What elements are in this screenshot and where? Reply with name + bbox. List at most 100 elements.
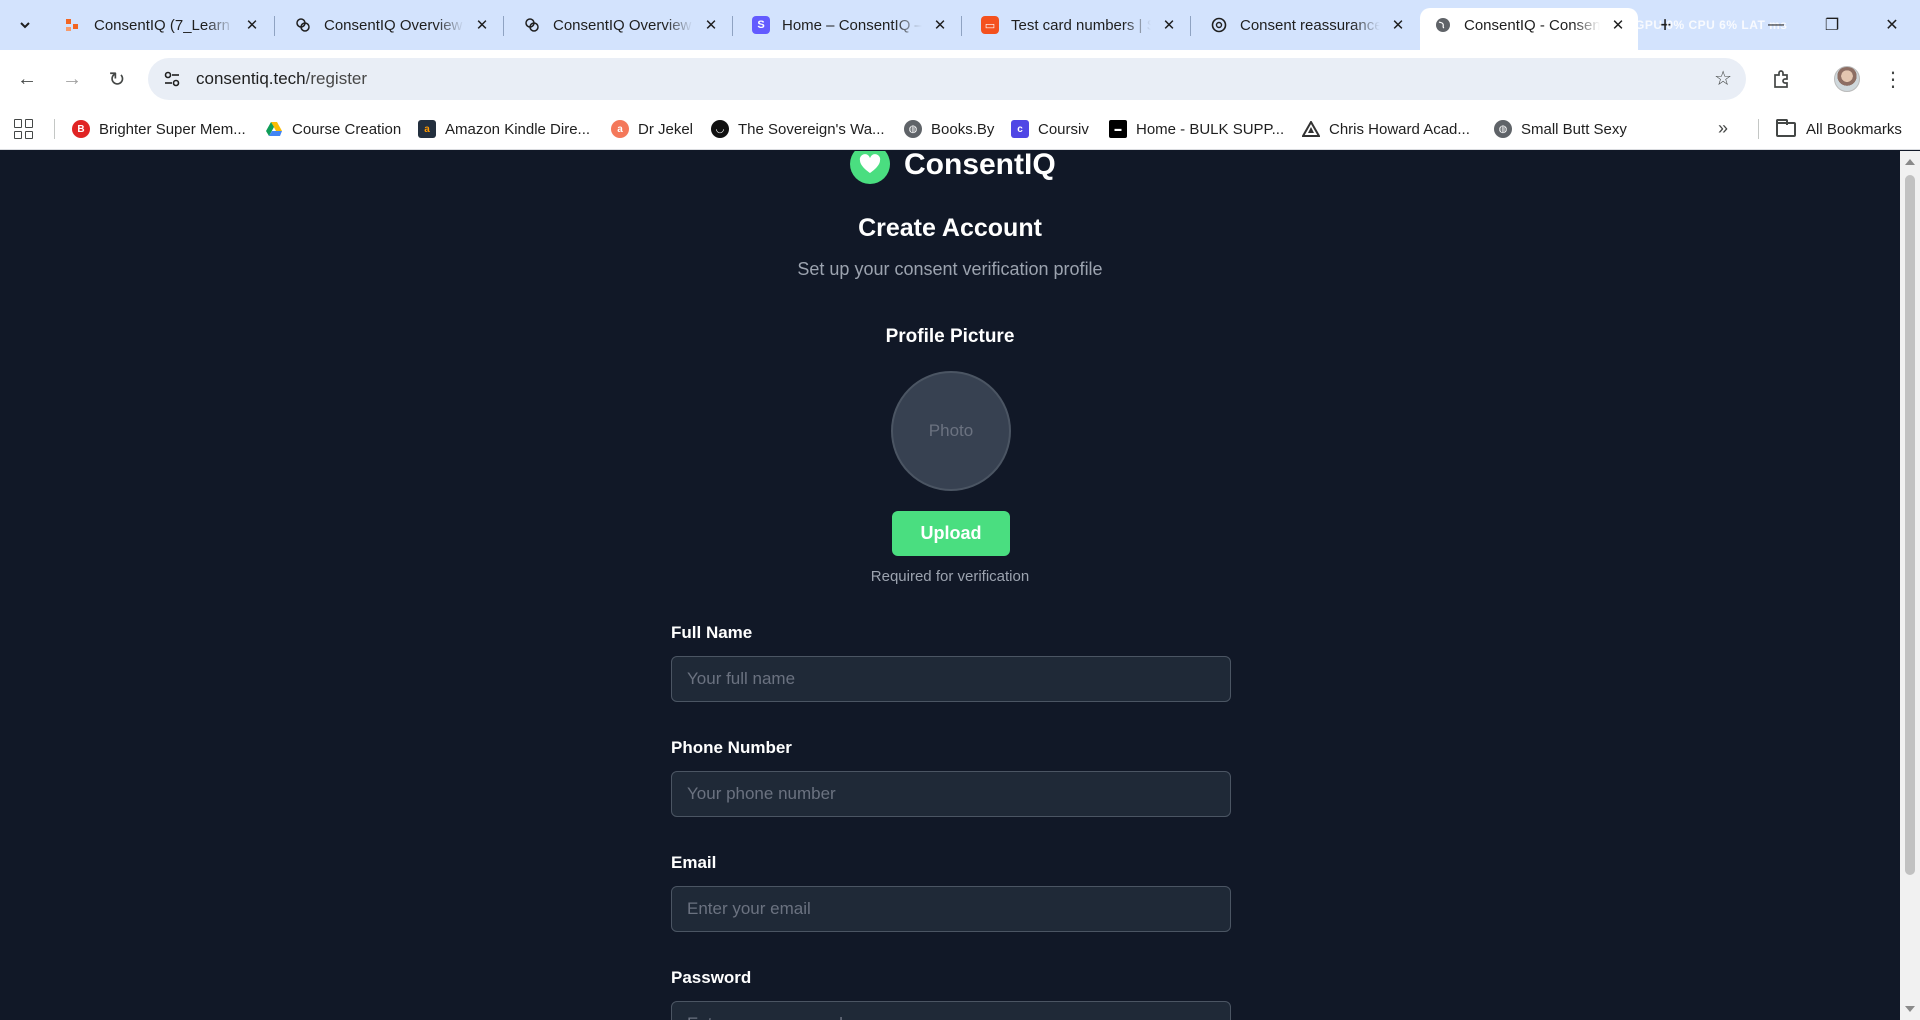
bookmark-course-creation[interactable]: Course Creation <box>265 117 401 141</box>
bookmark-star-icon[interactable]: ☆ <box>1714 66 1732 91</box>
bulk-logo-icon: ▬ <box>1109 120 1127 138</box>
register-page: ConsentIQ Create Account Set up your con… <box>0 151 1900 1020</box>
bookmark-amazon-kindle[interactable]: a Amazon Kindle Dire... <box>418 117 590 141</box>
tab-separator <box>732 16 733 36</box>
tab-title: Test card numbers | S <box>1011 16 1151 34</box>
page-scrollbar[interactable] <box>1900 151 1920 1020</box>
reload-icon[interactable]: ↻ <box>100 62 134 96</box>
url-path: /register <box>305 69 368 88</box>
globe-icon: ◍ <box>1494 120 1512 138</box>
tab-title: ConsentIQ Overview <box>553 16 692 34</box>
tab-close-icon[interactable]: ✕ <box>930 15 950 35</box>
tab-separator <box>1190 16 1191 36</box>
stripe-s-icon: S <box>752 16 770 34</box>
password-input[interactable] <box>671 1001 1231 1020</box>
bookmark-coursiv[interactable]: c Coursiv <box>1011 117 1089 141</box>
close-window-icon[interactable]: ✕ <box>1872 10 1912 40</box>
full-name-input[interactable] <box>671 656 1231 702</box>
email-input[interactable] <box>671 886 1231 932</box>
amazon-icon: a <box>418 120 436 138</box>
bookmark-brighter-super-mem[interactable]: B Brighter Super Mem... <box>72 117 246 141</box>
bookmark-sovereigns-way[interactable]: ◡ The Sovereign's Wa... <box>711 117 885 141</box>
site-info-tune-icon[interactable] <box>160 67 184 91</box>
all-bookmarks-label: All Bookmarks <box>1806 120 1902 138</box>
password-label: Password <box>671 968 752 987</box>
tab-separator <box>503 16 504 36</box>
tab-close-icon[interactable]: ✕ <box>472 15 492 35</box>
scroll-up-arrow-icon[interactable] <box>1905 159 1915 165</box>
brain-icon <box>523 16 541 34</box>
address-bar[interactable]: consentiq.tech/register ☆ <box>148 58 1746 100</box>
mask-icon: ◡ <box>711 120 729 138</box>
profile-avatar[interactable] <box>1834 66 1860 92</box>
upload-hint: Required for verification <box>870 568 1030 585</box>
back-arrow-icon[interactable]: ← <box>10 62 44 96</box>
tab-close-icon[interactable]: ✕ <box>242 15 262 35</box>
more-bookmarks-chevron-icon[interactable]: » <box>1718 118 1728 139</box>
profile-picture-label: Profile Picture <box>885 326 1015 347</box>
bookmark-separator <box>54 119 55 139</box>
folder-icon <box>1776 118 1796 137</box>
tab-close-icon[interactable]: ✕ <box>1388 15 1408 35</box>
red-circle-icon: B <box>72 120 90 138</box>
google-drive-icon <box>265 120 283 138</box>
scrollbar-thumb[interactable] <box>1905 175 1915 875</box>
minimize-icon[interactable]: — <box>1756 10 1796 40</box>
brand-name: ConsentIQ <box>904 151 1056 181</box>
tab-title: Home – ConsentIQ – <box>782 16 922 34</box>
tab-title: ConsentIQ Overview <box>324 16 463 34</box>
restore-icon[interactable]: ❐ <box>1812 10 1852 40</box>
phone-number-input[interactable] <box>671 771 1231 817</box>
bookmark-books-by[interactable]: ◍ Books.By <box>904 117 994 141</box>
tab-test-card-numbers[interactable]: ▭ Test card numbers | S ✕ <box>967 8 1189 42</box>
extensions-puzzle-icon[interactable] <box>1764 62 1798 96</box>
bookmark-label: Books.By <box>931 120 995 138</box>
email-label: Email <box>671 853 717 872</box>
tab-close-icon[interactable]: ✕ <box>1159 15 1179 35</box>
tab-consent-reassurance[interactable]: Consent reassurance ✕ <box>1196 8 1418 42</box>
brand-header: ConsentIQ <box>850 151 1056 191</box>
tab-title: Consent reassurance <box>1240 16 1380 34</box>
full-name-label: Full Name <box>671 623 753 642</box>
tab-close-icon[interactable]: ✕ <box>701 15 721 35</box>
globe-icon: ◍ <box>904 120 922 138</box>
bookmark-small-butt[interactable]: ◍ Small Butt Sexy <box>1494 117 1627 141</box>
browser-toolbar: ← → ↻ consentiq.tech/register ☆ ⋮ <box>0 50 1920 108</box>
bookmark-label: Dr Jekel <box>638 120 694 138</box>
bookmark-bulk-supplements[interactable]: ▬ Home - BULK SUPP... <box>1109 117 1284 141</box>
heart-logo-icon <box>850 151 890 184</box>
orange-diamond-icon <box>64 16 82 34</box>
kebab-menu-icon[interactable]: ⋮ <box>1876 62 1910 96</box>
tab-close-icon[interactable]: ✕ <box>1608 15 1628 35</box>
bookmark-dr-jekel[interactable]: a Dr Jekel <box>611 117 693 141</box>
tab-title: ConsentIQ - Consent <box>1464 16 1600 34</box>
page-subtitle: Set up your consent verification profile <box>797 259 1103 279</box>
tab-search-chevron-down-icon[interactable] <box>12 12 38 38</box>
tab-consentiq-overview-1[interactable]: ConsentIQ Overview ✕ <box>280 8 502 42</box>
scroll-down-arrow-icon[interactable] <box>1905 1006 1915 1012</box>
openai-icon <box>1210 16 1228 34</box>
tab-separator <box>961 16 962 36</box>
bookmark-chris-howard[interactable]: Chris Howard Acad... <box>1302 117 1470 141</box>
bookmarks-bar: B Brighter Super Mem... Course Creation … <box>0 108 1920 150</box>
url-text[interactable]: consentiq.tech/register <box>196 69 367 89</box>
all-bookmarks-button[interactable]: All Bookmarks <box>1776 117 1902 141</box>
tab-consentiq-overview-2[interactable]: ConsentIQ Overview ✕ <box>509 8 731 42</box>
bookmark-label: Small Butt Sexy <box>1521 120 1627 138</box>
bookmark-label: Amazon Kindle Dire... <box>445 120 591 138</box>
tab-consentiq-learn[interactable]: ConsentIQ (7_Learn a ✕ <box>50 8 272 42</box>
orange-card-icon: ▭ <box>981 16 999 34</box>
bookmark-label: Chris Howard Acad... <box>1329 120 1470 138</box>
tab-home-consentiq[interactable]: S Home – ConsentIQ – ✕ <box>738 8 960 42</box>
tab-consentiq-active[interactable]: ConsentIQ - Consent ✕ <box>1420 8 1638 50</box>
url-host: consentiq.tech <box>196 69 306 88</box>
apps-grid-icon[interactable] <box>14 119 34 139</box>
coursiv-icon: c <box>1011 120 1029 138</box>
bookmark-label: Course Creation <box>292 120 402 138</box>
bookmark-separator <box>1758 119 1759 139</box>
forward-arrow-icon[interactable]: → <box>55 62 89 96</box>
profile-photo-placeholder[interactable]: Photo <box>891 371 1011 491</box>
photo-placeholder-text: Photo <box>928 421 974 440</box>
phone-number-label: Phone Number <box>671 738 792 757</box>
upload-button[interactable]: Upload <box>892 511 1010 556</box>
